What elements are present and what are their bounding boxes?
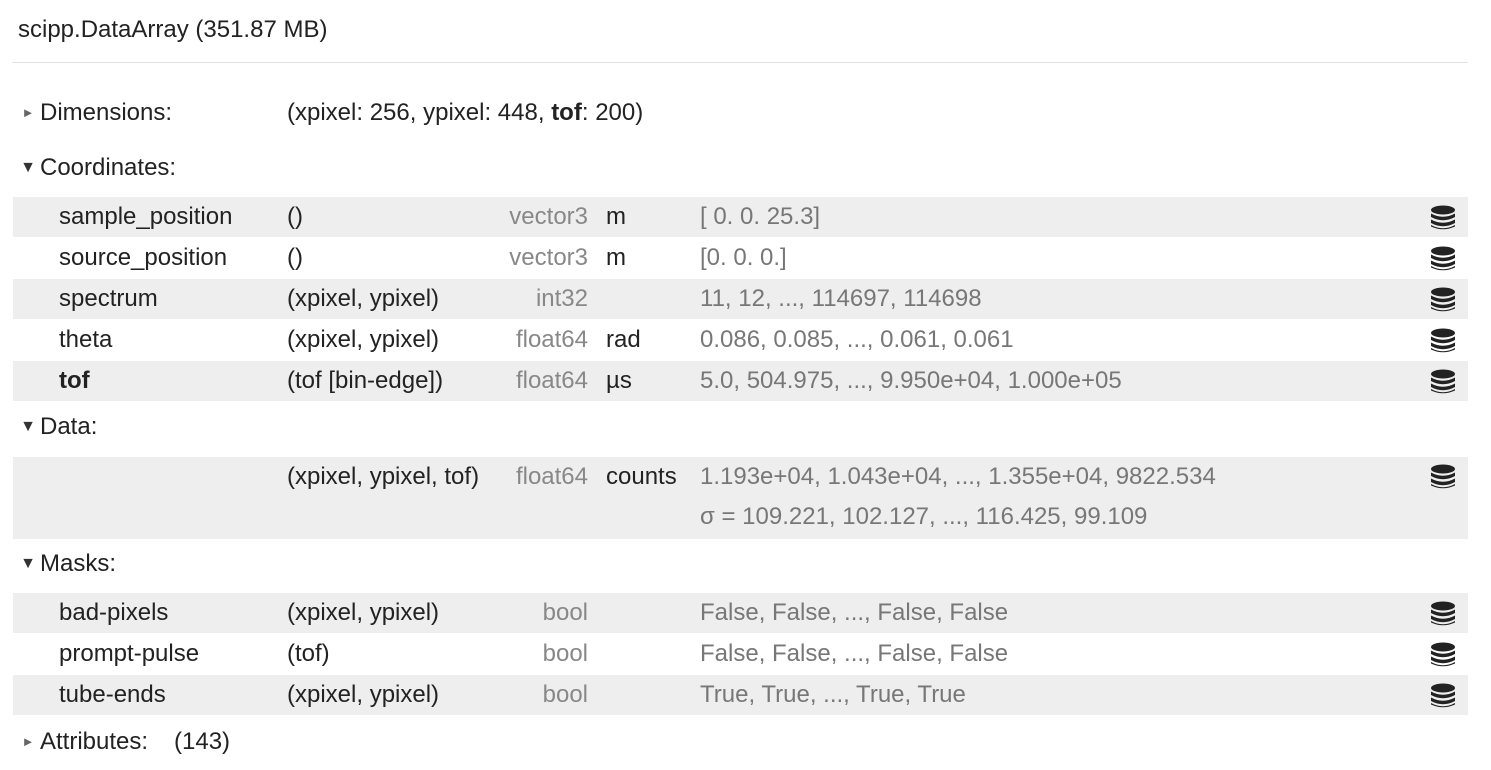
variable-values: True, True, ..., True, True: [700, 681, 966, 708]
header-divider: [12, 62, 1468, 63]
variable-row: theta (xpixel, ypixel) float64 rad 0.086, 0.…: [13, 320, 1468, 360]
database-icon[interactable]: [1429, 601, 1457, 627]
variable-row: prompt-pulse (tof) bool False, False, ..., …: [13, 634, 1468, 674]
section-attributes[interactable]: ► Attributes: (143): [0, 722, 400, 762]
variable-dtype: bool: [542, 599, 588, 626]
variable-name: tof: [59, 367, 90, 394]
variable-dtype: bool: [542, 681, 588, 708]
triangle-down-icon[interactable]: ▼: [20, 407, 36, 447]
data-row: (xpixel, ypixel, tof) float64 counts 1.1…: [13, 457, 1468, 539]
variable-dims: (): [287, 203, 303, 230]
variable-unit: m: [606, 203, 626, 230]
section-dimensions[interactable]: ► Dimensions: (xpixel: 256, ypixel: 448,…: [0, 93, 700, 133]
database-icon[interactable]: [1429, 205, 1457, 231]
variable-dtype: float64: [515, 367, 588, 394]
variable-name: tube-ends: [59, 681, 166, 708]
variable-name: sample_position: [59, 203, 233, 230]
variable-variances: σ = 109.221, 102.127, ..., 116.425, 99.1…: [700, 503, 1148, 530]
variable-unit: m: [606, 244, 626, 271]
variable-name: theta: [59, 326, 113, 353]
variable-name: spectrum: [59, 285, 158, 312]
triangle-right-icon[interactable]: ►: [20, 722, 36, 762]
variable-row: tube-ends (xpixel, ypixel) bool True, True,…: [13, 675, 1468, 715]
variable-values: 11, 12, ..., 114697, 114698: [700, 285, 982, 312]
dim-name: xpixel: [295, 99, 357, 126]
variable-dtype: int32: [535, 285, 588, 312]
section-label: Masks:: [40, 550, 117, 577]
database-icon[interactable]: [1429, 464, 1457, 490]
variable-values: 0.086, 0.085, ..., 0.061, 0.061: [700, 326, 1014, 353]
variable-name: prompt-pulse: [59, 640, 200, 667]
variable-dtype: float64: [515, 326, 588, 353]
variable-dims: (xpixel, ypixel): [287, 285, 440, 312]
section-data[interactable]: ▼ Data:: [0, 407, 300, 447]
variable-unit: counts: [606, 463, 677, 490]
variable-dims: (): [287, 244, 303, 271]
section-masks[interactable]: ▼ Masks:: [0, 544, 300, 584]
variable-values: [0. 0. 0.]: [700, 244, 787, 271]
triangle-right-icon[interactable]: ►: [20, 93, 36, 133]
section-label: Attributes:: [40, 728, 149, 755]
variable-name: bad-pixels: [59, 599, 169, 626]
variable-name: source_position: [59, 244, 228, 271]
variable-values: False, False, ..., False, False: [700, 599, 1009, 626]
variable-row: spectrum (xpixel, ypixel) int32 11, 12, ...…: [13, 279, 1468, 319]
section-label: Coordinates:: [40, 154, 177, 181]
database-icon[interactable]: [1429, 683, 1457, 709]
variable-dims: (xpixel, ypixel, tof): [287, 463, 480, 490]
variable-dtype: float64: [515, 463, 588, 490]
database-icon[interactable]: [1429, 287, 1457, 313]
dim-size: 200: [595, 99, 636, 126]
variable-row: bad-pixels (xpixel, ypixel) bool False, Fal…: [13, 593, 1468, 633]
dimensions-summary: (xpixel: 256, ypixel: 448, tof: 200): [287, 99, 644, 126]
dim-size: 256: [369, 99, 410, 126]
attributes-count: (143): [174, 728, 231, 755]
database-icon[interactable]: [1429, 642, 1457, 668]
variable-row: tof (tof [bin-edge]) float64 µs 5.0, 504.975…: [13, 361, 1468, 401]
variable-unit: rad: [606, 326, 641, 353]
variable-dtype: bool: [542, 640, 588, 667]
section-coordinates[interactable]: ▼ Coordinates:: [0, 148, 300, 188]
dim-name: ypixel: [423, 99, 485, 126]
triangle-down-icon[interactable]: ▼: [20, 544, 36, 584]
database-icon[interactable]: [1429, 369, 1457, 395]
triangle-down-icon[interactable]: ▼: [20, 148, 36, 188]
variable-dtype: vector3: [509, 203, 588, 230]
variable-dims: (xpixel, ypixel): [287, 681, 440, 708]
database-icon[interactable]: [1429, 246, 1457, 272]
variable-row: sample_position () vector3 m [ 0. 0. 25.3]: [13, 197, 1468, 237]
database-icon[interactable]: [1429, 328, 1457, 354]
section-label: Data:: [40, 413, 98, 440]
variable-dims: (tof): [287, 640, 330, 667]
variable-values: False, False, ..., False, False: [700, 640, 1009, 667]
dim-size: 448: [497, 99, 538, 126]
variable-unit: µs: [606, 367, 632, 394]
variable-row: source_position () vector3 m [0. 0. 0.]: [13, 238, 1468, 278]
variable-values: 1.193e+04, 1.043e+04, ..., 1.355e+04, 98…: [700, 463, 1216, 490]
variable-values: [ 0. 0. 25.3]: [700, 203, 821, 230]
header-title: scipp.DataArray (351.87 MB): [18, 16, 328, 43]
dim-name: tof: [551, 99, 582, 126]
variable-values: 5.0, 504.975, ..., 9.950e+04, 1.000e+05: [700, 367, 1122, 394]
variable-dims: (xpixel, ypixel): [287, 326, 440, 353]
variable-dims: (tof [bin-edge]): [287, 367, 444, 394]
variable-dims: (xpixel, ypixel): [287, 599, 440, 626]
section-label: Dimensions:: [40, 99, 173, 126]
variable-dtype: vector3: [509, 244, 588, 271]
